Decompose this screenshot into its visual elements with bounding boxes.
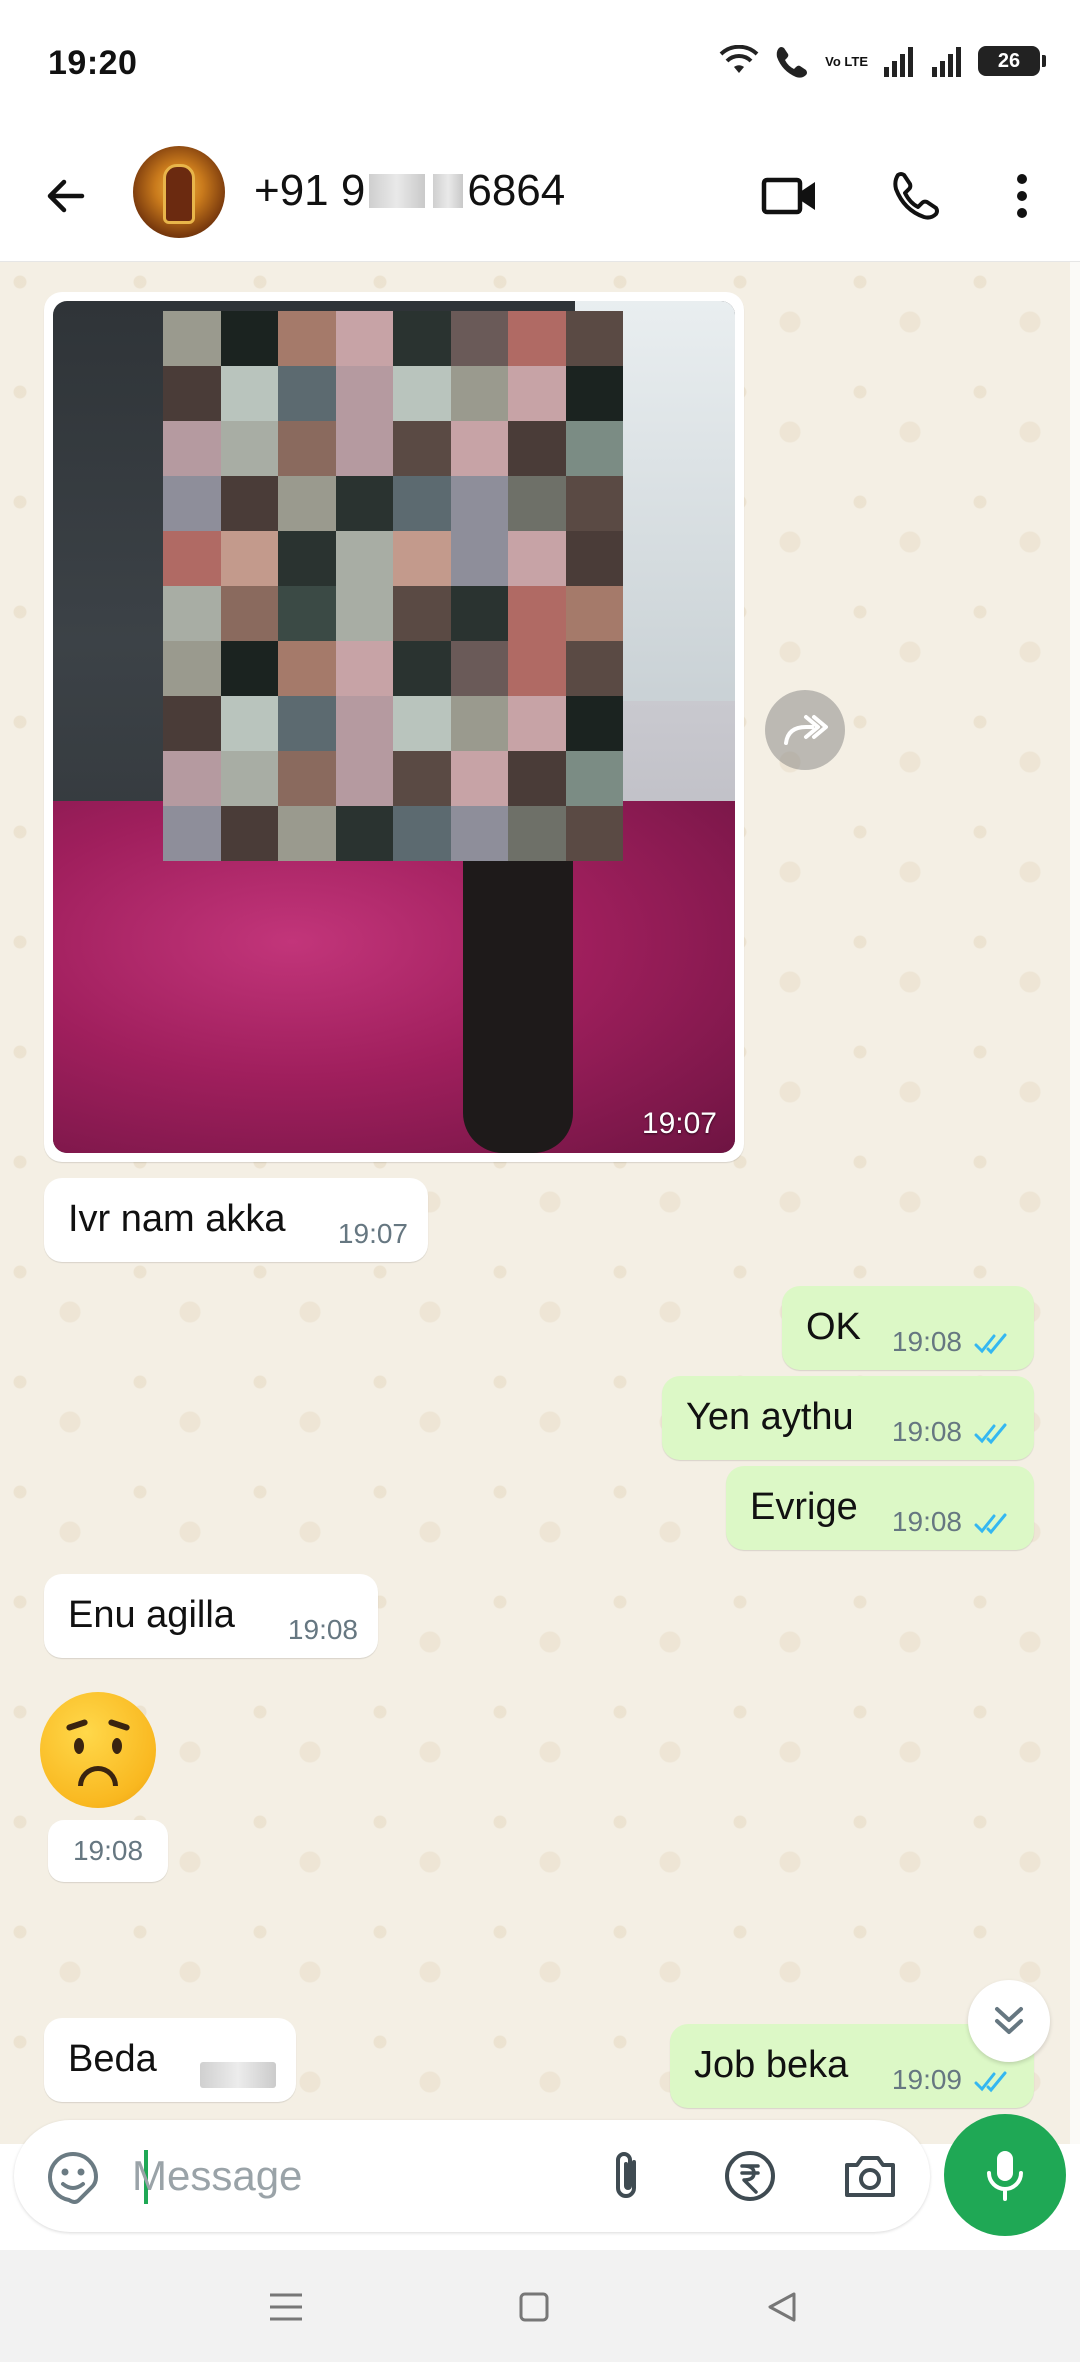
pixelated-face [163,311,623,861]
back-button[interactable] [36,166,96,226]
payment-button[interactable] [720,2146,780,2206]
attach-button[interactable] [596,2146,656,2206]
message-bubble[interactable]: Beda [44,2018,296,2102]
redacted-digits-2 [433,174,464,208]
message-bubble[interactable]: Enu agilla 19:08 [44,1574,378,1658]
redacted-digits [369,174,426,208]
worried-face-emoji[interactable] [40,1692,156,1808]
message-text: Job beka [694,2044,849,2086]
message-bubble[interactable]: OK 19:08 [782,1286,1034,1370]
mic-icon [987,2151,1023,2201]
message-time: 19:07 [337,1218,408,1249]
message-time: 19:08 [891,1416,962,1447]
contact-number-prefix: +91 9 [254,166,366,215]
message-time: 19:07 [641,1107,717,1140]
more-options-button[interactable] [990,164,1054,228]
menu-lines-icon [270,2293,302,2321]
double-chevron-down-icon [995,2007,1023,2034]
wifi-calling-icon [776,47,808,78]
message-bubble[interactable]: Yen aythu 19:08 [662,1376,1034,1460]
redacted-time [200,2062,276,2088]
message-text: OK [806,1306,861,1348]
message-text: Evrige [750,1486,858,1528]
message-time: 19:08 [48,1820,168,1882]
message-text: Yen aythu [686,1396,854,1438]
recents-button[interactable] [256,2280,316,2334]
system-nav-bar [0,2250,1080,2362]
chat-area[interactable]: 19:07 Ivr nam akka 19:07 OK 19:08 Yen ay… [0,262,1080,2144]
triangle-back-icon [768,2292,796,2322]
shared-photo[interactable]: 19:07 [53,301,735,1153]
message-text: Ivr nam akka [68,1198,286,1240]
voice-call-button[interactable] [882,164,946,228]
signal-icon-2 [932,47,961,77]
voice-record-button[interactable] [944,2114,1066,2236]
forward-icon [784,715,828,745]
read-ticks-icon [974,1513,1007,1535]
message-time: 19:09 [891,2064,962,2095]
phone-icon [893,172,939,220]
camera-icon [845,2156,895,2197]
sticker-button[interactable] [44,2148,102,2211]
signal-icon-1 [884,47,913,77]
read-ticks-icon [974,1333,1007,1355]
square-icon [519,2292,549,2322]
contact-avatar[interactable] [133,146,225,238]
message-text: Enu agilla [68,1594,235,1636]
rupee-payment-icon [725,2151,775,2201]
message-bubble[interactable]: Evrige 19:08 [726,1466,1034,1550]
read-ticks-icon [974,1423,1007,1445]
sticker-icon [47,2152,99,2204]
image-message[interactable]: 19:07 [44,292,744,1162]
contact-name[interactable]: +91 9 6864 [254,166,565,216]
message-bubble[interactable]: Ivr nam akka 19:07 [44,1178,428,1262]
message-composer [14,2120,930,2232]
camera-button[interactable] [840,2146,900,2206]
message-input[interactable] [132,2142,582,2210]
message-text: Beda [68,2038,157,2080]
chat-header: +91 9 6864 [0,132,1080,262]
message-time: 19:08 [891,1506,962,1537]
status-time: 19:20 [48,44,138,82]
video-call-button[interactable] [758,164,822,228]
message-time: 19:08 [287,1614,358,1645]
wifi-icon [719,45,759,73]
back-arrow-icon [47,179,85,213]
forward-button[interactable] [765,690,845,770]
more-vert-icon [1017,174,1027,218]
read-ticks-icon [974,2071,1007,2093]
home-button[interactable] [504,2280,564,2334]
battery-icon: 26 [978,46,1046,76]
scroll-track [1070,262,1080,2144]
status-bar: 19:20 Vo LTE 26 [0,0,1080,132]
scroll-to-bottom-button[interactable] [968,1980,1050,2062]
attach-icon [616,2152,636,2198]
video-call-icon [761,177,815,215]
status-icons: Vo LTE 26 [719,44,1046,78]
volte-indicator: Vo LTE [825,53,868,69]
system-back-button[interactable] [752,2280,812,2334]
contact-number-suffix: 6864 [467,166,566,215]
message-time: 19:08 [891,1326,962,1357]
